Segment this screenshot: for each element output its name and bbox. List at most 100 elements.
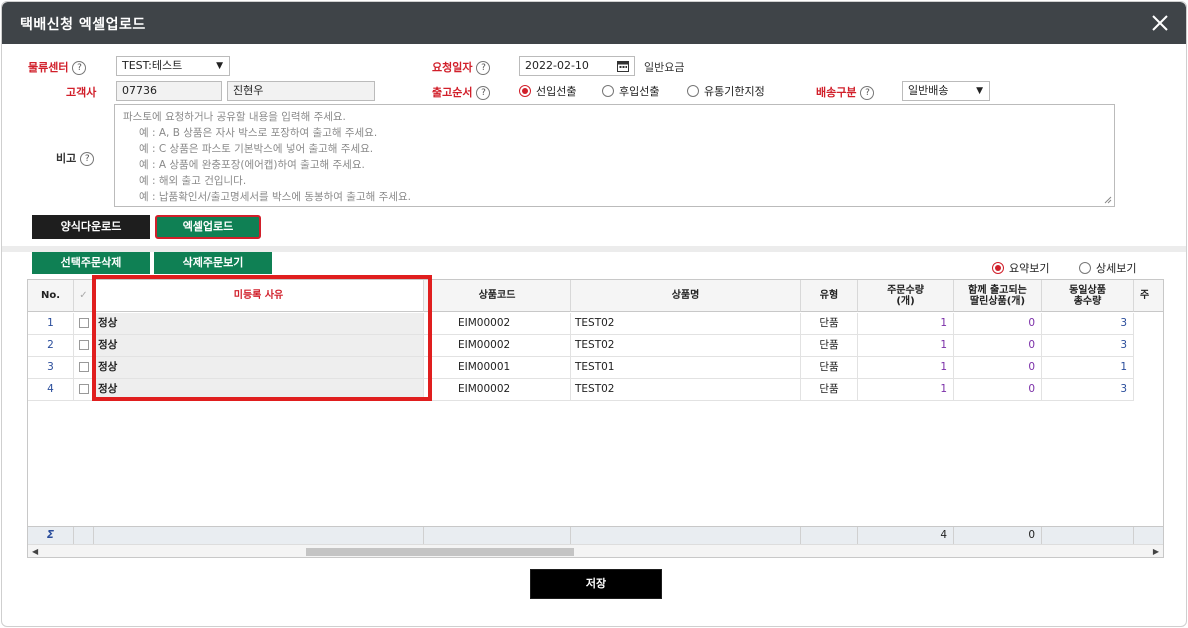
header-partial[interactable]: 주	[1134, 280, 1163, 312]
chevron-down-icon: ▼	[976, 86, 983, 96]
header-select-all[interactable]: ✓	[74, 280, 94, 312]
help-icon[interactable]: ?	[476, 61, 491, 75]
memo-placeholder-line: 파스토에 요청하거나 공유할 내용을 입력해 주세요.	[123, 111, 346, 123]
row-number[interactable]: 3	[28, 357, 74, 379]
summary-cell	[74, 527, 94, 545]
excel-upload-dialog: 택배신청 엑셀업로드 물류센터? TEST:테스트 ▼ 요청일자? 2022-0…	[1, 1, 1187, 627]
customer-label: 고객사	[66, 86, 97, 99]
row-checkbox[interactable]	[79, 340, 89, 350]
summary-bundled-total: 0	[954, 527, 1042, 545]
help-icon[interactable]: ?	[476, 86, 491, 100]
row-product-name: TEST02	[571, 335, 801, 357]
row-checkbox-cell[interactable]	[74, 313, 94, 335]
customer-code-field: 07736	[116, 81, 222, 101]
excel-upload-button[interactable]: 엑셀업로드	[155, 215, 261, 239]
view-deleted-button[interactable]: 삭제주문보기	[154, 252, 272, 274]
delivery-label-wrap: 배송구분?	[816, 84, 875, 100]
row-checkbox[interactable]	[79, 384, 89, 394]
save-button[interactable]: 저장	[530, 569, 662, 599]
row-product-code: EIM00002	[424, 335, 571, 357]
order-radio-expiry[interactable]: 유통기한지정	[687, 83, 765, 99]
detail-view-label: 상세보기	[1096, 262, 1137, 275]
order-label: 출고순서	[432, 86, 473, 99]
row-bundled-qty: 0	[954, 357, 1042, 379]
date-label: 요청일자	[432, 61, 473, 74]
center-select-value: TEST:테스트	[122, 59, 183, 72]
row-order-qty: 1	[858, 335, 954, 357]
template-download-button[interactable]: 양식다운로드	[32, 215, 150, 239]
row-order-qty: 1	[858, 313, 954, 335]
grid-summary-row: Σ 4 0	[28, 526, 1163, 545]
memo-placeholder-line: 예 : A, B 상품은 자사 박스로 포장하여 출고해 주세요.	[139, 127, 378, 139]
help-icon[interactable]: ?	[80, 152, 95, 166]
header-order-qty[interactable]: 주문수량 (개)	[858, 280, 954, 312]
highlight-box	[92, 275, 432, 401]
row-checkbox-cell[interactable]	[74, 357, 94, 379]
delivery-label: 배송구분	[816, 86, 857, 99]
header-product-name[interactable]: 상품명	[571, 280, 801, 312]
chevron-down-icon: ▼	[216, 61, 223, 71]
summary-order-qty-total: 4	[858, 527, 954, 545]
date-field[interactable]: 2022-02-10	[519, 56, 635, 76]
row-product-name: TEST02	[571, 313, 801, 335]
detail-view-radio[interactable]: 상세보기	[1079, 260, 1136, 276]
delete-selected-button[interactable]: 선택주문삭제	[32, 252, 150, 274]
header-bundled-qty[interactable]: 함께 출고되는 딸린상품(개)	[954, 280, 1042, 312]
row-order-qty: 1	[858, 379, 954, 401]
customer-name-field: 진현우	[227, 81, 375, 101]
dialog-title: 택배신청 엑셀업로드	[20, 17, 146, 33]
row-same-total: 3	[1042, 313, 1134, 335]
calendar-icon[interactable]	[617, 60, 629, 72]
row-order-qty: 1	[858, 357, 954, 379]
help-icon[interactable]: ?	[72, 61, 87, 75]
resize-handle-icon[interactable]	[1103, 195, 1112, 204]
summary-view-radio[interactable]: 요약보기	[992, 260, 1049, 276]
row-same-total: 3	[1042, 379, 1134, 401]
customer-name: 진현우	[233, 84, 264, 97]
header-type[interactable]: 유형	[801, 280, 858, 312]
order-label-wrap: 출고순서?	[432, 84, 491, 100]
delivery-select[interactable]: 일반배송 ▼	[902, 81, 990, 101]
row-type: 단품	[801, 357, 858, 379]
row-bundled-qty: 0	[954, 335, 1042, 357]
row-product-code: EIM00001	[424, 357, 571, 379]
close-icon[interactable]	[1148, 11, 1172, 35]
radio-empty-icon	[687, 85, 699, 97]
row-checkbox-cell[interactable]	[74, 335, 94, 357]
memo-label-wrap: 비고?	[56, 150, 95, 166]
header-no[interactable]: No.	[28, 280, 74, 312]
row-type: 단품	[801, 379, 858, 401]
center-select[interactable]: TEST:테스트 ▼	[116, 56, 230, 76]
order-radio-fifo[interactable]: 선입선출	[519, 83, 576, 99]
memo-textarea[interactable]: 파스토에 요청하거나 공유할 내용을 입력해 주세요. 예 : A, B 상품은…	[114, 104, 1115, 207]
center-label-wrap: 물류센터?	[28, 59, 87, 75]
sigma-icon: Σ	[28, 527, 74, 545]
fee-text: 일반요금	[644, 61, 685, 74]
scroll-right-icon[interactable]: ▶	[1153, 547, 1159, 556]
header-product-code[interactable]: 상품코드	[424, 280, 571, 312]
row-number[interactable]: 2	[28, 335, 74, 357]
row-product-code: EIM00002	[424, 313, 571, 335]
dialog-titlebar: 택배신청 엑셀업로드	[2, 2, 1186, 44]
radio-selected-icon	[519, 85, 531, 97]
help-icon[interactable]: ?	[860, 86, 875, 100]
scroll-left-icon[interactable]: ◀	[32, 547, 38, 556]
row-checkbox[interactable]	[79, 362, 89, 372]
row-checkbox[interactable]	[79, 318, 89, 328]
order-option-label: 후입선출	[619, 85, 660, 98]
row-number[interactable]: 1	[28, 313, 74, 335]
order-radio-lifo[interactable]: 후입선출	[602, 83, 659, 99]
header-same-total[interactable]: 동일상품 총수량	[1042, 280, 1134, 312]
row-type: 단품	[801, 335, 858, 357]
row-number[interactable]: 4	[28, 379, 74, 401]
row-type: 단품	[801, 313, 858, 335]
check-icon: ✓	[79, 290, 88, 301]
order-option-label: 선입선출	[536, 85, 577, 98]
memo-placeholder-line: 예 : 납품확인서/출고명세서를 박스에 동봉하여 출고해 주세요.	[139, 191, 411, 203]
row-checkbox-cell[interactable]	[74, 379, 94, 401]
horizontal-scrollbar[interactable]: ◀ ▶	[28, 544, 1163, 557]
row-same-total: 3	[1042, 335, 1134, 357]
row-product-name: TEST01	[571, 357, 801, 379]
scrollbar-thumb[interactable]	[306, 548, 574, 556]
center-label: 물류센터	[28, 61, 69, 74]
